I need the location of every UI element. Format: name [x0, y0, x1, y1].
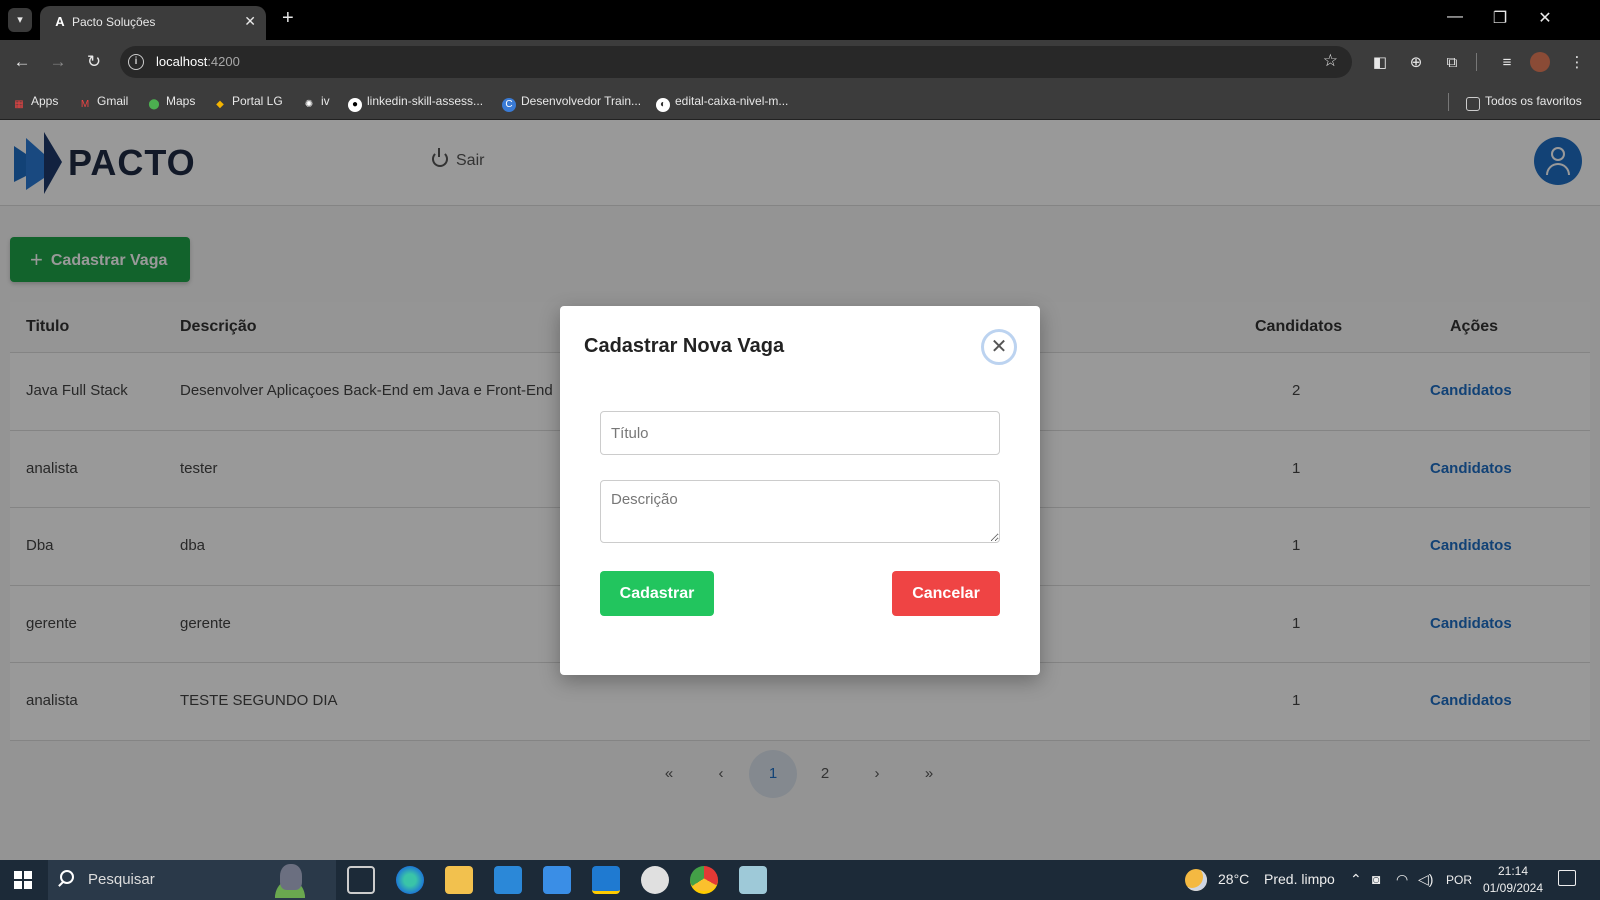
- bookmark-desenvolvedor[interactable]: C Desenvolvedor Train...: [502, 94, 641, 112]
- chrome-icon[interactable]: [690, 866, 718, 894]
- task-view-icon[interactable]: [347, 866, 375, 894]
- new-tab-button[interactable]: +: [282, 7, 294, 30]
- browser-tab-bar: ▾ A Pacto Soluções ✕ + — ❐ ✕: [0, 0, 1600, 40]
- address-url: localhost:4200: [156, 54, 240, 69]
- bookmark-gmail[interactable]: M Gmail: [78, 94, 129, 112]
- clock-date: 01/09/2024: [1482, 881, 1544, 895]
- portal-lg-icon: ◆: [216, 99, 224, 110]
- clock-time: 21:14: [1497, 864, 1529, 878]
- tab-title: Pacto Soluções: [72, 15, 156, 29]
- weather-text[interactable]: Pred. limpo: [1264, 871, 1335, 887]
- angular-favicon-icon: A: [55, 14, 65, 29]
- browser-tab-active[interactable]: A Pacto Soluções ✕: [40, 6, 266, 40]
- media-queue-icon[interactable]: ≡: [1496, 52, 1518, 74]
- windows-start-icon[interactable]: [14, 871, 32, 889]
- modal-close-icon[interactable]: ✕: [981, 329, 1017, 365]
- bookmark-all-favorites[interactable]: Todos os favoritos: [1466, 94, 1582, 111]
- restore-icon[interactable]: ❐: [1485, 8, 1515, 28]
- extension-icon[interactable]: ◧: [1369, 52, 1391, 74]
- app-icon[interactable]: [641, 866, 669, 894]
- edge-icon[interactable]: [396, 866, 424, 894]
- bookmark-maps[interactable]: ⬤ Maps: [147, 94, 195, 112]
- add-extension-icon[interactable]: ⊕: [1405, 52, 1427, 74]
- tab-close-icon[interactable]: ✕: [244, 13, 256, 30]
- temperature[interactable]: 28°C: [1218, 871, 1249, 887]
- bookmark-star-icon[interactable]: ☆: [1323, 51, 1338, 71]
- bookmark-apps[interactable]: ▦ Apps: [12, 94, 58, 112]
- cadastrar-vaga-modal: Cadastrar Nova Vaga ✕ Cadastrar Cancelar: [560, 306, 1040, 675]
- vscode-icon[interactable]: [592, 866, 620, 894]
- window-close-icon[interactable]: ✕: [1530, 8, 1560, 28]
- reload-icon[interactable]: ↻: [82, 50, 106, 74]
- meet-icon[interactable]: ◙: [1372, 871, 1380, 887]
- bookmarks-bar: ▦ Apps M Gmail ⬤ Maps ◆ Portal LG ✺ iv ● linke…: [0, 85, 1600, 120]
- coursera-icon: C: [502, 98, 516, 112]
- tab-search-button[interactable]: ▾: [8, 8, 32, 32]
- windows-taskbar: Pesquisar 28°C Pred. limpo ⌃ ◙ ◠ ◁) POR …: [0, 860, 1600, 900]
- language-indicator[interactable]: POR: [1446, 873, 1472, 887]
- bookmark-edital[interactable]: ◐ edital-caixa-nivel-m...: [656, 94, 788, 112]
- maps-pin-icon: ⬤: [148, 99, 160, 110]
- minimize-icon[interactable]: —: [1440, 8, 1470, 26]
- chevron-up-icon[interactable]: ⌃: [1350, 871, 1362, 888]
- gmail-icon: M: [80, 99, 90, 110]
- site-info-icon[interactable]: i: [128, 54, 144, 70]
- apps-grid-icon: ▦: [14, 99, 24, 110]
- bookmark-portal-lg[interactable]: ◆ Portal LG: [213, 94, 283, 112]
- notepad-icon[interactable]: [739, 866, 767, 894]
- search-highlight-image: [260, 862, 320, 898]
- cadastrar-button[interactable]: Cadastrar: [600, 571, 714, 616]
- mail-icon[interactable]: [543, 866, 571, 894]
- file-explorer-icon[interactable]: [445, 866, 473, 894]
- profile-avatar[interactable]: [1530, 52, 1550, 72]
- bookmark-linkedin-skill[interactable]: ● linkedin-skill-assess...: [348, 94, 483, 112]
- browser-menu-icon[interactable]: ⋮: [1566, 52, 1588, 74]
- clock[interactable]: 21:14 01/09/2024: [1478, 863, 1548, 897]
- titulo-input[interactable]: [600, 411, 1000, 455]
- openai-icon: ✺: [304, 99, 314, 110]
- modal-title: Cadastrar Nova Vaga: [584, 335, 785, 357]
- notifications-icon[interactable]: [1558, 870, 1576, 886]
- taskbar-search-placeholder: Pesquisar: [88, 871, 155, 888]
- weather-icon[interactable]: [1185, 869, 1207, 891]
- back-icon[interactable]: ←: [10, 50, 34, 74]
- wifi-icon[interactable]: ◠: [1396, 871, 1408, 888]
- bookmark-iv[interactable]: ✺ iv: [302, 94, 330, 112]
- folder-icon: [1466, 97, 1480, 111]
- toolbar-divider: [1476, 53, 1477, 71]
- taskbar-search[interactable]: Pesquisar: [48, 860, 336, 900]
- microsoft-store-icon[interactable]: [494, 866, 522, 894]
- address-bar[interactable]: i localhost:4200 ☆: [120, 46, 1352, 78]
- browser-toolbar: ← → ↻ i localhost:4200 ☆ ◧ ⊕ ⧉ ≡ ⋮: [0, 40, 1600, 85]
- cancelar-button[interactable]: Cancelar: [892, 571, 1000, 616]
- bookmarks-divider: [1448, 93, 1449, 111]
- search-icon: [60, 870, 74, 884]
- github-icon: ●: [348, 98, 362, 112]
- forward-icon[interactable]: →: [46, 50, 70, 74]
- volume-icon[interactable]: ◁): [1418, 871, 1433, 888]
- descricao-textarea[interactable]: [600, 480, 1000, 543]
- extensions-puzzle-icon[interactable]: ⧉: [1441, 52, 1463, 74]
- globe-icon: ◐: [656, 98, 670, 112]
